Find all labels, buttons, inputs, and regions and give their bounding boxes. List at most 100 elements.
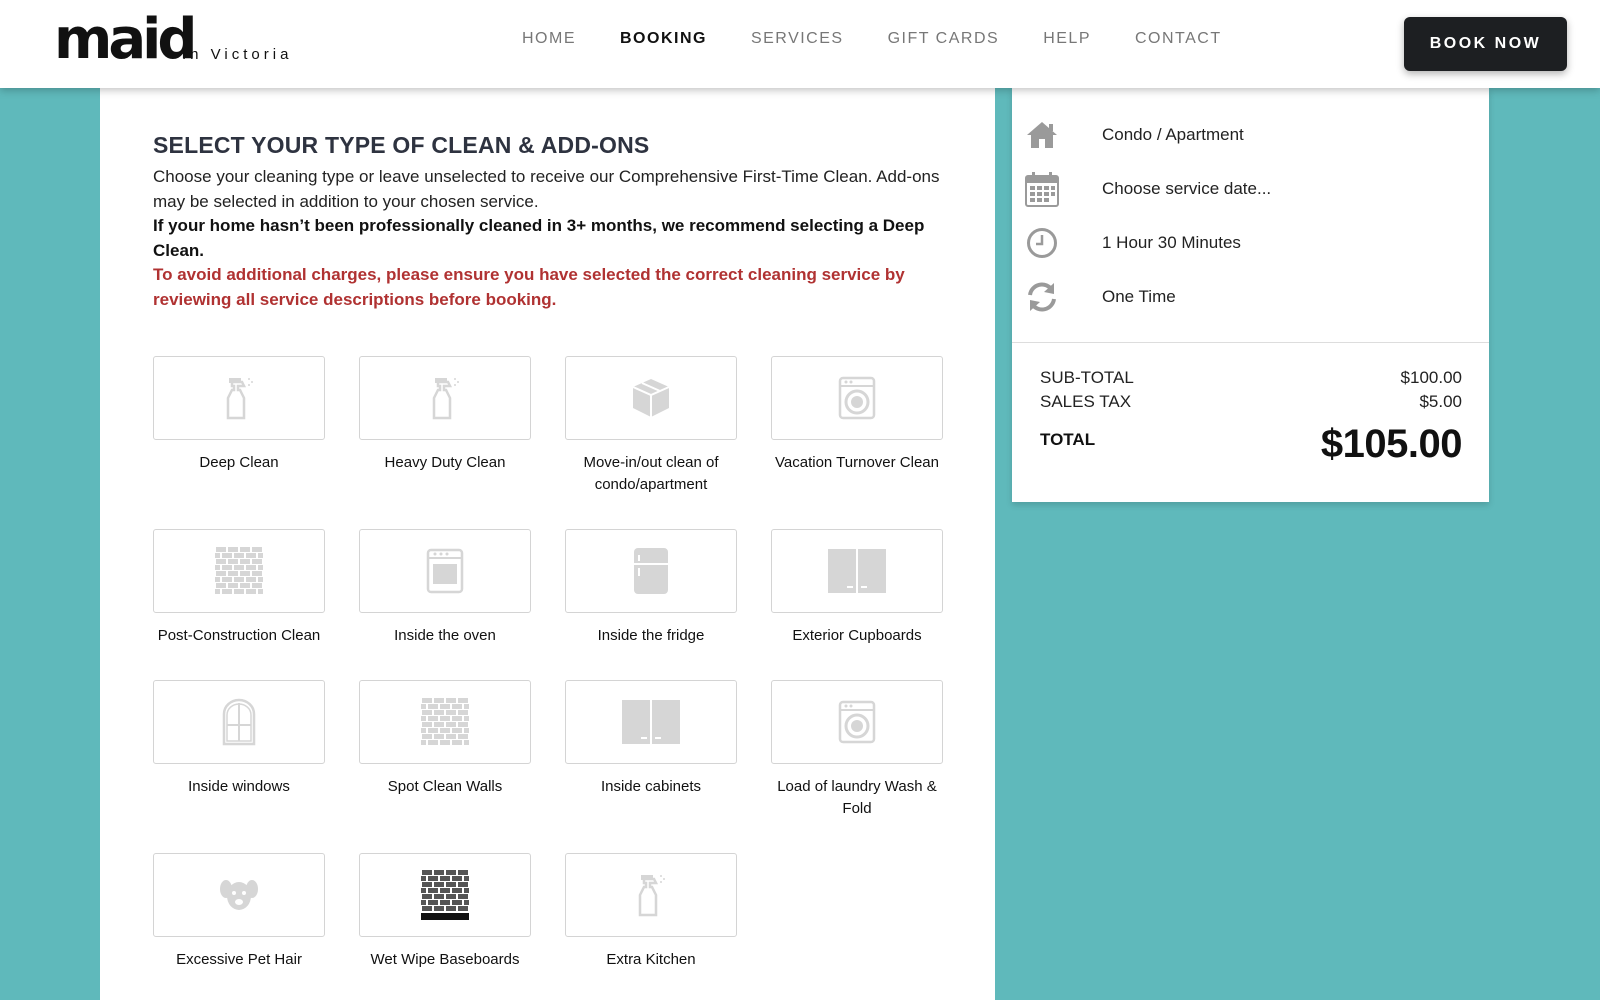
service-card-label: Inside the oven	[394, 627, 496, 644]
service-card-extra-kitchen[interactable]: Extra Kitchen	[565, 853, 737, 971]
brick-wall-icon	[215, 547, 263, 595]
service-card-box[interactable]	[359, 680, 531, 764]
nav-services[interactable]: SERVICES	[751, 30, 844, 48]
logo-sub-text: In Victoria	[182, 46, 293, 63]
service-card-deep-clean[interactable]: Deep Clean	[153, 356, 325, 474]
service-frequency: One Time	[1102, 287, 1176, 306]
tax-row: SALES TAX $5.00	[1040, 390, 1462, 414]
service-card-box[interactable]	[771, 680, 943, 764]
service-card-box[interactable]	[565, 529, 737, 613]
service-card-heavy-duty-clean[interactable]: Heavy Duty Clean	[359, 356, 531, 474]
nav-gift-cards[interactable]: GIFT CARDS	[888, 30, 1000, 48]
service-card-box[interactable]	[359, 853, 531, 937]
service-card-wet-wipe-baseboards[interactable]: Wet Wipe Baseboards	[359, 853, 531, 971]
cupboard-icon	[621, 699, 681, 745]
totals: SUB-TOTAL $100.00 SALES TAX $5.00 TOTAL …	[1040, 366, 1463, 467]
property-type: Condo / Apartment	[1102, 125, 1244, 144]
service-card-exterior-cupboards[interactable]: Exterior Cupboards	[771, 529, 943, 647]
main-nav: HOME BOOKING SERVICES GIFT CARDS HELP CO…	[500, 30, 1244, 48]
desc-text: Choose your cleaning type or leave unsel…	[153, 167, 940, 211]
service-card-box[interactable]	[153, 529, 325, 613]
warning-text: To avoid additional charges, please ensu…	[153, 265, 905, 309]
service-card-label: Heavy Duty Clean	[384, 454, 506, 471]
washer-icon	[838, 376, 876, 420]
service-card-box[interactable]	[565, 356, 737, 440]
logo-main-text: maid	[54, 7, 197, 72]
service-card-load-of-laundry-wash-fold[interactable]: Load of laundry Wash & Fold	[771, 680, 943, 820]
service-card-box[interactable]	[153, 680, 325, 764]
service-card-post-construction-clean[interactable]: Post-Construction Clean	[153, 529, 325, 647]
service-card-label: Inside cabinets	[600, 778, 702, 795]
service-card-box[interactable]	[153, 853, 325, 937]
service-card-label: Excessive Pet Hair	[176, 951, 302, 968]
section-title: SELECT YOUR TYPE OF CLEAN & ADD-ONS	[153, 132, 650, 158]
service-card-label: Inside windows	[188, 778, 290, 795]
clock-icon	[1024, 225, 1060, 261]
home-icon	[1024, 117, 1060, 153]
book-now-button[interactable]: BOOK NOW	[1404, 17, 1567, 71]
brick-wall-icon	[421, 698, 469, 746]
section-description: Choose your cleaning type or leave unsel…	[153, 165, 943, 312]
nav-booking[interactable]: BOOKING	[620, 30, 707, 48]
service-card-excessive-pet-hair[interactable]: Excessive Pet Hair	[153, 853, 325, 971]
service-card-box[interactable]	[565, 853, 737, 937]
nav-home[interactable]: HOME	[522, 30, 576, 48]
total-row: TOTAL $105.00	[1040, 422, 1463, 467]
service-duration: 1 Hour 30 Minutes	[1102, 233, 1241, 252]
service-card-label: Extra Kitchen	[606, 951, 696, 968]
service-card-box[interactable]	[565, 680, 737, 764]
service-card-label: Spot Clean Walls	[387, 778, 503, 795]
summary-divider	[1012, 342, 1489, 343]
booking-summary: Condo / Apartment Choose service date...…	[1012, 88, 1489, 502]
summary-frequency-row[interactable]: One Time	[1024, 277, 1176, 317]
subtotal-row: SUB-TOTAL $100.00	[1040, 366, 1462, 390]
site-header: maid In Victoria HOME BOOKING SERVICES G…	[0, 0, 1600, 88]
tax-label: SALES TAX	[1040, 392, 1132, 411]
service-card-inside-cabinets[interactable]: Inside cabinets	[565, 680, 737, 798]
fridge-icon	[633, 547, 669, 595]
subtotal-value: $100.00	[1400, 368, 1462, 387]
service-card-label: Load of laundry Wash & Fold	[777, 778, 937, 817]
service-card-label: Post-Construction Clean	[157, 627, 321, 644]
summary-duration-row: 1 Hour 30 Minutes	[1024, 223, 1241, 263]
service-card-box[interactable]	[359, 529, 531, 613]
spray-bottle-icon	[222, 376, 256, 420]
service-card-label: Deep Clean	[199, 454, 279, 471]
service-card-box[interactable]	[771, 529, 943, 613]
service-selection-panel: SELECT YOUR TYPE OF CLEAN & ADD-ONS Choo…	[100, 88, 995, 1000]
spray-bottle-icon	[428, 376, 462, 420]
subtotal-label: SUB-TOTAL	[1040, 368, 1134, 387]
service-card-label: Move-in/out clean of condo/apartment	[583, 454, 719, 493]
cupboard-icon	[827, 548, 887, 594]
nav-contact[interactable]: CONTACT	[1135, 30, 1222, 48]
tax-value: $5.00	[1419, 392, 1462, 411]
total-label: TOTAL	[1040, 430, 1096, 449]
service-card-box[interactable]	[359, 356, 531, 440]
total-value: $105.00	[1320, 422, 1463, 466]
summary-date-row[interactable]: Choose service date...	[1024, 169, 1271, 209]
summary-property-row[interactable]: Condo / Apartment	[1024, 115, 1244, 155]
washer-icon	[838, 700, 876, 744]
oven-icon	[426, 548, 464, 594]
service-card-box[interactable]	[153, 356, 325, 440]
nav-help[interactable]: HELP	[1043, 30, 1091, 48]
service-card-move-in-out-clean-of-condo-apartment[interactable]: Move-in/out clean of condo/apartment	[565, 356, 737, 496]
baseboard-icon	[421, 870, 469, 920]
service-card-inside-the-fridge[interactable]: Inside the fridge	[565, 529, 737, 647]
dog-icon	[219, 877, 259, 913]
recommendation-text: If your home hasn’t been professionally …	[153, 216, 925, 260]
service-card-spot-clean-walls[interactable]: Spot Clean Walls	[359, 680, 531, 798]
box-icon	[629, 376, 673, 420]
service-card-inside-the-oven[interactable]: Inside the oven	[359, 529, 531, 647]
service-card-box[interactable]	[771, 356, 943, 440]
spray-bottle-icon	[634, 873, 668, 917]
service-card-label: Exterior Cupboards	[792, 627, 922, 644]
service-card-label: Wet Wipe Baseboards	[370, 951, 520, 968]
refresh-icon	[1024, 279, 1060, 315]
calendar-icon	[1024, 171, 1060, 207]
service-date: Choose service date...	[1102, 179, 1272, 198]
service-card-vacation-turnover-clean[interactable]: Vacation Turnover Clean	[771, 356, 943, 474]
service-card-inside-windows[interactable]: Inside windows	[153, 680, 325, 798]
service-card-label: Inside the fridge	[597, 627, 705, 644]
service-card-label: Vacation Turnover Clean	[775, 454, 939, 471]
